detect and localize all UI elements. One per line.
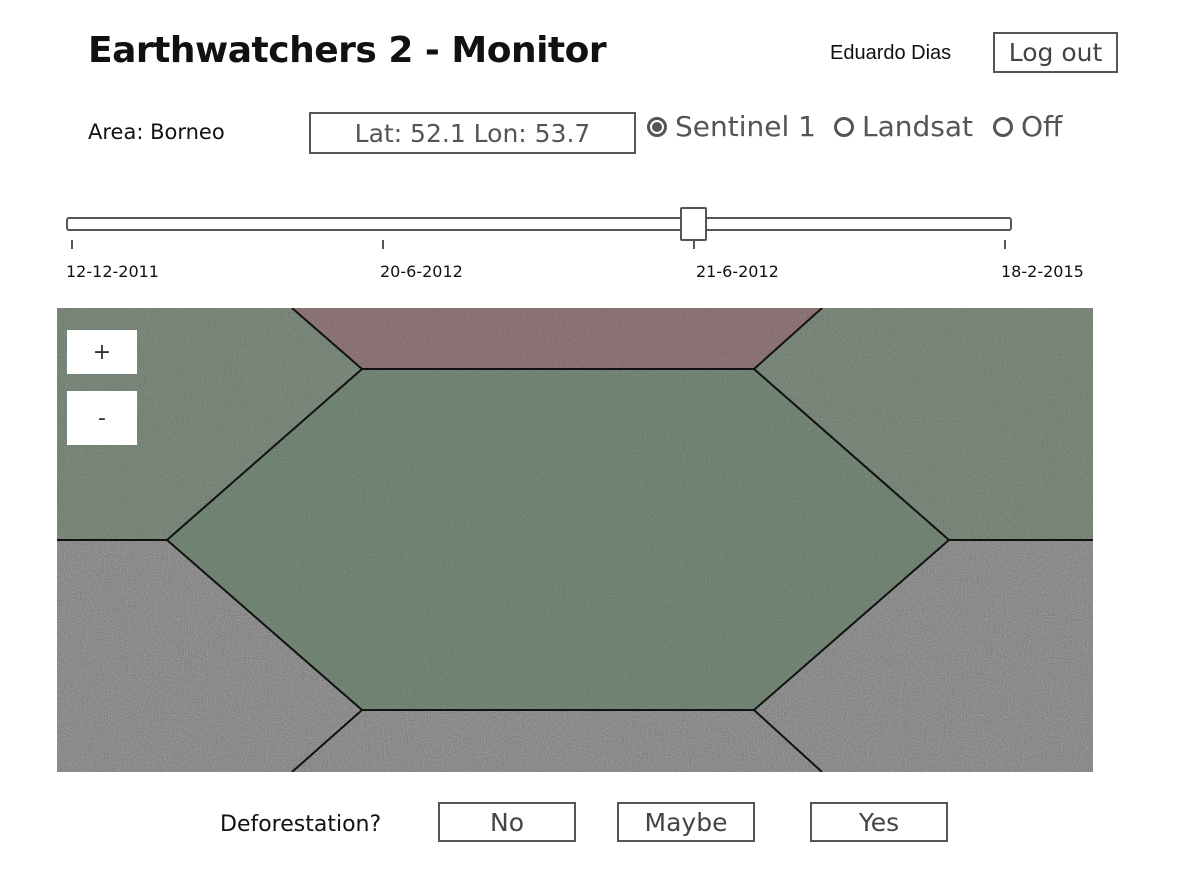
zoom-in-button[interactable]: + xyxy=(67,330,137,374)
coordinates-display: Lat: 52.1 Lon: 53.7 xyxy=(309,112,636,154)
user-name: Eduardo Dias xyxy=(830,42,952,64)
radio-unselected-icon xyxy=(993,116,1013,137)
radio-selected-icon xyxy=(647,116,667,137)
timeline-tick-label: 18-2-2015 xyxy=(1001,262,1084,281)
radio-landsat[interactable]: Landsat xyxy=(834,110,973,143)
timeline-tick-label: 21-6-2012 xyxy=(696,262,779,281)
radio-label: Landsat xyxy=(862,110,974,143)
timeline-tick xyxy=(693,240,695,249)
logout-button[interactable]: Log out xyxy=(993,32,1118,73)
zoom-out-button[interactable]: - xyxy=(67,391,137,445)
answer-maybe-button[interactable]: Maybe xyxy=(617,802,755,842)
area-label: Area: Borneo xyxy=(88,120,225,144)
timeline-tick xyxy=(382,240,384,249)
page-title: Earthwatchers 2 - Monitor xyxy=(88,30,607,71)
timeline-tick-label: 20-6-2012 xyxy=(380,262,463,281)
radio-unselected-icon xyxy=(834,116,854,137)
radio-off[interactable]: Off xyxy=(993,110,1062,143)
radio-sentinel-1[interactable]: Sentinel 1 xyxy=(647,110,816,143)
radio-label: Off xyxy=(1021,110,1063,143)
satellite-imagery xyxy=(57,308,1093,772)
timeline-tick-label: 12-12-2011 xyxy=(66,262,159,281)
radio-label: Sentinel 1 xyxy=(675,110,816,143)
map-view[interactable]: + - xyxy=(57,308,1093,772)
answer-yes-button[interactable]: Yes xyxy=(810,802,948,842)
hex-cell-top[interactable] xyxy=(292,308,822,369)
answer-no-button[interactable]: No xyxy=(438,802,576,842)
timeline-tick xyxy=(71,240,73,249)
timeline-slider-thumb[interactable] xyxy=(680,207,707,241)
timeline-slider-track[interactable] xyxy=(66,217,1012,231)
deforestation-question: Deforestation? xyxy=(220,812,382,837)
timeline-tick xyxy=(1004,240,1006,249)
